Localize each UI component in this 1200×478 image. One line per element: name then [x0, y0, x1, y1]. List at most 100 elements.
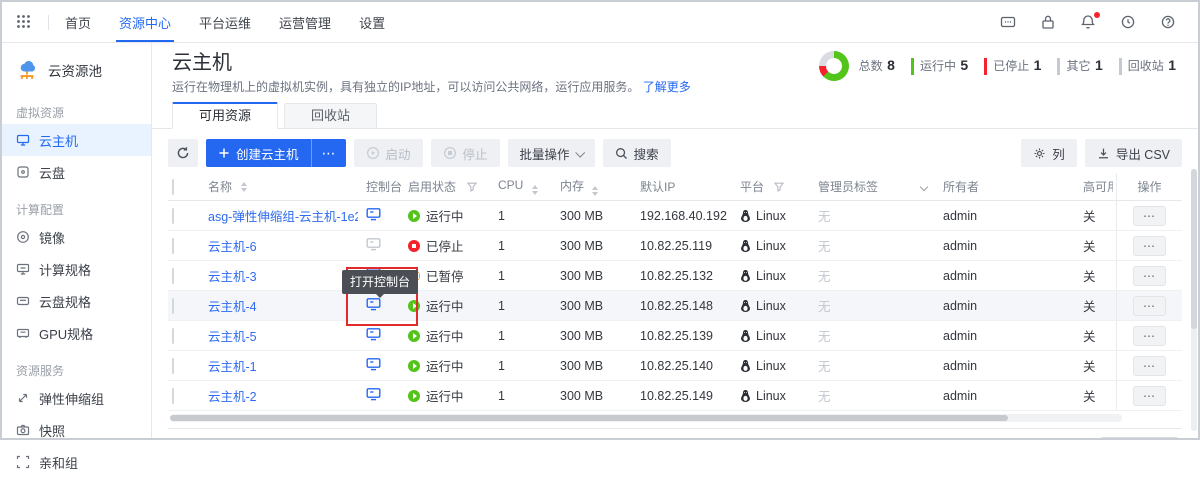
- resource-pool-header[interactable]: 云资源池: [2, 53, 151, 91]
- sort-icon[interactable]: [532, 185, 538, 195]
- export-csv-button[interactable]: 导出 CSV: [1085, 139, 1182, 167]
- sidebar-item-snapshot[interactable]: 快照: [2, 414, 151, 446]
- search-button[interactable]: 搜索: [603, 139, 671, 167]
- help-icon[interactable]: [1160, 14, 1176, 30]
- row-checkbox[interactable]: [172, 388, 174, 404]
- row-actions-button[interactable]: ⋯: [1133, 356, 1166, 376]
- platform-label: Linux: [756, 299, 786, 313]
- row-checkbox[interactable]: [172, 358, 174, 374]
- sidebar-item-autoscaling-group[interactable]: 弹性伸缩组: [2, 382, 151, 414]
- sidebar-item-affinity-group[interactable]: 亲和组: [2, 446, 151, 478]
- row-checkbox[interactable]: [172, 298, 174, 314]
- start-button[interactable]: 启动: [354, 139, 423, 167]
- sidebar-item-compute-spec[interactable]: 计算规格: [2, 253, 151, 285]
- nav-resource-center[interactable]: 资源中心: [119, 2, 171, 42]
- console-icon: [366, 357, 381, 371]
- vertical-scrollbar[interactable]: [1191, 169, 1197, 431]
- chevron-down-icon[interactable]: [920, 182, 928, 190]
- pool-label: 云资源池: [48, 60, 102, 80]
- sidebar-item-cloud-host[interactable]: 云主机: [2, 124, 151, 156]
- stop-icon: [443, 146, 457, 160]
- filter-icon[interactable]: [467, 182, 477, 192]
- row-checkbox[interactable]: [172, 208, 174, 224]
- row-checkbox[interactable]: [172, 268, 174, 284]
- memory-value: 300 MB: [560, 329, 640, 343]
- open-console-button[interactable]: [366, 327, 381, 341]
- host-name-link[interactable]: 云主机-6: [208, 236, 257, 255]
- default-ip-value: 10.82.25.132: [640, 269, 740, 283]
- open-console-button[interactable]: [366, 207, 381, 221]
- sort-icon[interactable]: [592, 186, 598, 196]
- host-name-link[interactable]: 云主机-3: [208, 266, 257, 285]
- learn-more-link[interactable]: 了解更多: [643, 80, 691, 94]
- sidebar-item-gpu-spec[interactable]: GPU规格: [2, 317, 151, 349]
- cpu-value: 1: [498, 329, 560, 343]
- topbar: 首页 资源中心 平台运维 运营管理 设置: [2, 2, 1198, 43]
- row-actions-button[interactable]: ⋯: [1133, 386, 1166, 406]
- row-actions-button[interactable]: ⋯: [1133, 236, 1166, 256]
- app-grid-icon[interactable]: [16, 14, 32, 30]
- workspace-icon[interactable]: [1000, 14, 1016, 30]
- row-actions-button[interactable]: ⋯: [1133, 266, 1166, 286]
- nav-operation-mgmt[interactable]: 运营管理: [279, 2, 331, 42]
- memory-value: 300 MB: [560, 239, 640, 253]
- toolbar: 创建云主机 ⋯ 启动 停止 批量操作: [168, 139, 1182, 167]
- stats-summary: 总数 8 运行中 5 已停止 1 其它 1 回收站 1: [819, 51, 1176, 81]
- host-icon: [16, 133, 30, 147]
- row-actions-button[interactable]: ⋯: [1133, 326, 1166, 346]
- sidebar-item-cloud-disk[interactable]: 云盘: [2, 156, 151, 188]
- linux-icon: [740, 390, 751, 402]
- status-label: 运行中: [426, 206, 464, 225]
- linux-icon: [740, 240, 751, 252]
- bell-icon[interactable]: [1080, 14, 1096, 30]
- host-name-link[interactable]: 云主机-5: [208, 326, 257, 345]
- create-more-button[interactable]: ⋯: [311, 139, 346, 167]
- open-console-button[interactable]: [366, 237, 381, 251]
- row-actions-button[interactable]: ⋯: [1133, 206, 1166, 226]
- filter-icon[interactable]: [774, 182, 784, 192]
- nav-platform-ops[interactable]: 平台运维: [199, 2, 251, 42]
- horizontal-scrollbar[interactable]: [170, 414, 1122, 422]
- platform-cell: Linux: [740, 329, 818, 343]
- tab-recycle-bin[interactable]: 回收站: [284, 103, 377, 129]
- row-checkbox[interactable]: [172, 238, 174, 254]
- lock-icon[interactable]: [1040, 14, 1056, 30]
- stat-total: 总数 8: [859, 56, 895, 76]
- sort-icon[interactable]: [241, 182, 247, 192]
- host-name-link[interactable]: 云主机-2: [208, 386, 257, 405]
- open-console-button[interactable]: [366, 357, 381, 371]
- row-checkbox[interactable]: [172, 328, 174, 344]
- select-all-checkbox[interactable]: [172, 179, 174, 195]
- owner-value: admin: [943, 209, 1083, 223]
- status-label: 已暂停: [426, 266, 464, 285]
- host-name-link[interactable]: 云主机-4: [208, 296, 257, 315]
- page-description: 运行在物理机上的虚拟机实例，具有独立的IP地址，可以访问公共网络，运行应用服务。…: [172, 79, 1178, 95]
- open-console-button[interactable]: [366, 387, 381, 401]
- refresh-button[interactable]: [168, 139, 198, 167]
- console-icon: [366, 207, 381, 221]
- host-name-link[interactable]: 云主机-1: [208, 356, 257, 375]
- scrollbar-thumb[interactable]: [1191, 169, 1197, 329]
- batch-actions-button[interactable]: 批量操作: [508, 139, 595, 167]
- section-title: 虚拟资源: [16, 104, 151, 121]
- owner-value: admin: [943, 299, 1083, 313]
- history-icon[interactable]: [1120, 14, 1136, 30]
- row-actions-button[interactable]: ⋯: [1133, 296, 1166, 316]
- compute-spec-icon: [16, 262, 30, 276]
- host-name-link[interactable]: asg-弹性伸缩组-云主机-1e2fc: [208, 206, 358, 225]
- default-ip-value: 10.82.25.139: [640, 329, 740, 343]
- status-cell: 已停止: [408, 236, 498, 255]
- autoscaling-icon: [16, 391, 30, 405]
- nav-settings[interactable]: 设置: [359, 2, 385, 42]
- columns-button[interactable]: 列: [1021, 139, 1077, 167]
- stop-button[interactable]: 停止: [431, 139, 500, 167]
- page-size-select[interactable]: 10 条/页: [1101, 437, 1178, 438]
- tab-available-resources[interactable]: 可用资源: [172, 102, 278, 129]
- sidebar-item-disk-spec[interactable]: 云盘规格: [2, 285, 151, 317]
- sidebar-item-image[interactable]: 镜像: [2, 221, 151, 253]
- nav-home[interactable]: 首页: [65, 2, 91, 42]
- create-host-button[interactable]: 创建云主机: [206, 139, 311, 167]
- default-ip-value: 10.82.25.140: [640, 359, 740, 373]
- scrollbar-thumb[interactable]: [170, 415, 1008, 421]
- cpu-value: 1: [498, 209, 560, 223]
